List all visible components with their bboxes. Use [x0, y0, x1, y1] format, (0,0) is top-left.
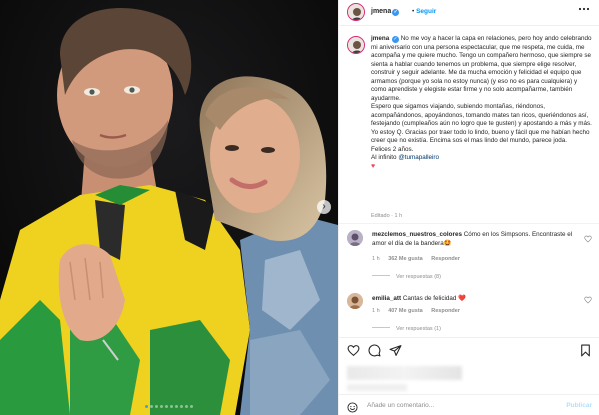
username-text[interactable]: jmena	[371, 8, 391, 15]
carousel-dot	[190, 405, 193, 408]
avatar[interactable]	[347, 293, 363, 309]
carousel-dots	[0, 405, 338, 408]
share-icon[interactable]	[389, 344, 402, 357]
comment-reply-button[interactable]: Responder	[431, 256, 460, 262]
replies-line	[372, 275, 390, 276]
replies-line	[372, 327, 390, 328]
follow-label[interactable]: Seguir	[416, 8, 436, 15]
comment-heart-icon[interactable]	[584, 296, 592, 306]
likes-summary-blurred	[347, 366, 462, 380]
comment-icon[interactable]	[368, 344, 381, 357]
more-horizontal-icon[interactable]	[578, 4, 590, 17]
carousel-dot	[145, 405, 148, 408]
post-actions-bar	[339, 337, 599, 363]
avatar[interactable]	[347, 230, 363, 246]
carousel-dot	[175, 405, 178, 408]
caption-paragraph-3: Felices 2 años.	[371, 145, 414, 153]
comment-username[interactable]: mezclemos_nuestros_colores	[372, 231, 462, 238]
caption-avatar[interactable]	[347, 36, 365, 54]
caption-heart-icon: ♥	[371, 162, 376, 170]
view-replies-label[interactable]: Ver respuestas (1)	[396, 326, 441, 332]
verified-badge-icon: ✓	[392, 9, 400, 16]
comment-meta: 1 h 407 Me gusta Responder	[372, 308, 467, 314]
add-comment-bar: Publicar	[339, 394, 599, 415]
follow-separator: •	[412, 8, 415, 15]
caption-mention-line: Al infinito @tumapalleiro	[371, 154, 593, 163]
caption-paragraph-1: jmena ✓ No me voy a hacer la capa en rel…	[371, 35, 593, 103]
avatar[interactable]	[347, 3, 365, 21]
emoji-icon[interactable]	[347, 400, 358, 413]
comment-likes[interactable]: 362 Me gusta	[388, 256, 423, 262]
comment-likes[interactable]: 407 Me gusta	[388, 308, 423, 314]
photo-image	[0, 0, 338, 415]
comment-input[interactable]	[367, 399, 552, 412]
carousel-dot	[180, 405, 183, 408]
bookmark-icon[interactable]	[579, 344, 592, 357]
view-replies-label[interactable]: Ver respuestas (8)	[396, 274, 441, 280]
comment-text-block: emilia_att Cantas de felicidad ❤️	[372, 295, 582, 304]
post-date-blurred	[347, 384, 407, 391]
comment-meta: 1 h 362 Me gusta Responder	[372, 256, 467, 262]
follow-button[interactable]: • Seguir	[412, 8, 436, 15]
post-caption: jmena ✓ No me voy a hacer la capa en rel…	[371, 35, 593, 171]
post-header: jmena ✓ • Seguir	[339, 0, 599, 26]
carousel-dot	[155, 405, 158, 408]
post-photo[interactable]: ›	[0, 0, 338, 415]
caption-username[interactable]: jmena	[371, 35, 389, 42]
post-comment-button[interactable]: Publicar	[566, 402, 592, 409]
caption-paragraph-2: Espero que sigamos viajando, subiendo mo…	[371, 103, 592, 144]
carousel-next-button[interactable]: ›	[317, 200, 331, 214]
comment-item: mezclemos_nuestros_colores Cómo en los S…	[339, 230, 599, 280]
carousel-dot	[165, 405, 168, 408]
view-replies-button[interactable]: Ver respuestas (8)	[372, 274, 441, 280]
carousel-dot	[185, 405, 188, 408]
heart-icon[interactable]	[347, 344, 360, 357]
comment-username[interactable]: emilia_att	[372, 295, 401, 302]
divider	[339, 223, 599, 224]
comment-time: 1 h	[372, 308, 380, 314]
carousel-dot	[160, 405, 163, 408]
post-username[interactable]: jmena ✓	[371, 8, 400, 16]
mention-prefix: Al infinito	[371, 154, 397, 161]
comment-reply-button[interactable]: Responder	[431, 308, 460, 314]
view-replies-button[interactable]: Ver respuestas (1)	[372, 326, 441, 332]
comment-time: 1 h	[372, 256, 380, 262]
comment-item: emilia_att Cantas de felicidad ❤️ 1 h 40…	[339, 293, 599, 335]
post-details-panel: jmena ✓ • Seguir jmena ✓ No me voy a hace…	[338, 0, 599, 415]
verified-badge-icon: ✓	[391, 36, 399, 43]
carousel-dot	[150, 405, 153, 408]
carousel-dot	[170, 405, 173, 408]
edited-timestamp: Editado · 1 h	[371, 213, 403, 219]
comment-text: Cantas de felicidad ❤️	[402, 295, 466, 302]
comment-text-block: mezclemos_nuestros_colores Cómo en los S…	[372, 231, 582, 248]
mention-link[interactable]: @tumapalleiro	[398, 154, 439, 161]
comment-heart-icon[interactable]	[584, 235, 592, 245]
caption-text: No me voy a hacer la capa en relaciones,…	[371, 35, 592, 102]
